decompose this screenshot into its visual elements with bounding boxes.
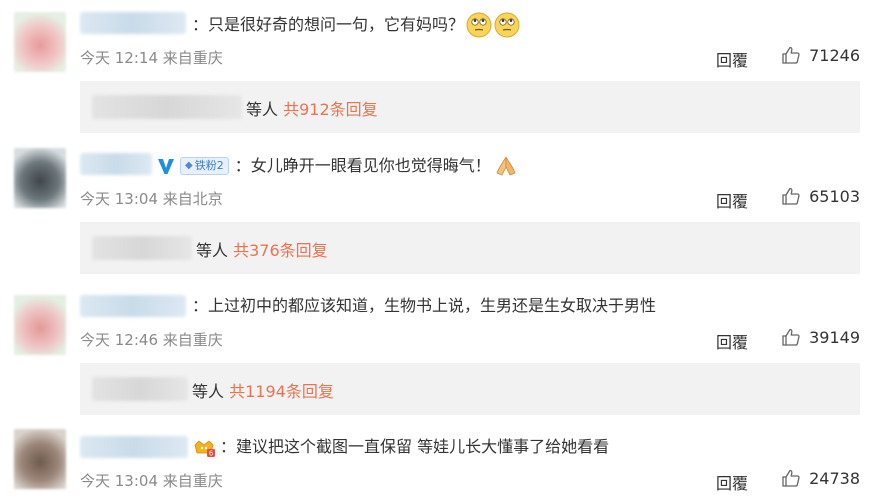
avatar[interactable] [14,295,66,355]
like-button[interactable]: 71246 [781,45,860,65]
reply-button[interactable]: 回覆 [716,47,748,71]
reply-button[interactable]: 回覆 [716,470,748,494]
like-count: 71246 [809,45,860,65]
thumbs-up-icon [782,187,800,205]
comment-location: 来自北京 [162,190,223,208]
fan-level-label: 铁粉2 [194,159,224,172]
comment-location: 来自重庆 [162,49,223,67]
replies-count-link[interactable]: 共376条回复 [233,241,328,260]
avatar[interactable] [14,429,66,489]
replies-count-link[interactable]: 共912条回复 [283,100,378,119]
like-button[interactable]: 39149 [781,327,860,347]
replies-summary-text: 等人 共912条回复 [246,96,378,120]
replies-summary[interactable]: 等人 共1194条回复 [80,363,860,415]
svg-text:6: 6 [209,450,214,458]
reply-users-blurred [92,377,188,401]
username-blurred[interactable] [80,295,186,317]
username-blurred[interactable] [80,153,152,175]
avatar[interactable] [14,148,66,208]
comment-text: ：女儿睁开一眼看见你也觉得晦气！ [234,156,491,175]
like-count: 65103 [809,186,860,206]
comment-location: 来自重庆 [162,331,223,349]
comment-time: 今天 12:46 [80,331,158,349]
praying-hands-icon [496,156,516,176]
comment-time: 今天 13:04 [80,190,158,208]
replies-prefix: 等人 [246,100,284,119]
diamond-icon: ◆ [185,160,193,171]
replies-prefix: 等人 [192,382,230,401]
like-count: 24738 [809,468,860,488]
comment-text-row: ：上过初中的都应该知道，生物书上说，生男还是生女取决于男性 [192,295,656,317]
comment-time: 今天 12:14 [80,49,158,67]
username-blurred[interactable] [80,12,186,34]
comment-text: ：只是很好奇的想问一句，它有妈吗？ [192,15,465,34]
avatar[interactable] [14,12,66,72]
reply-button[interactable]: 回覆 [716,188,748,212]
comment-text-row: 6 ：建议把这个截图一直保留 等娃儿长大懂事了给她看看 [192,436,609,458]
replies-summary-text: 等人 共1194条回复 [192,378,334,402]
comment-text: ：建议把这个截图一直保留 等娃儿长大懂事了给她看看 [220,437,610,456]
reply-users-blurred [92,236,192,260]
replies-summary-text: 等人 共376条回复 [196,237,328,261]
reply-users-blurred [92,95,242,119]
comment-meta: 今天 13:04 来自北京 [80,188,223,209]
like-count: 39149 [809,327,860,347]
comment-location: 来自重庆 [162,472,223,490]
comment-time: 今天 13:04 [80,472,158,490]
comment-text: ：上过初中的都应该知道，生物书上说，生男还是生女取决于男性 [192,296,657,315]
fan-level-badge: ◆ 铁粉2 [180,157,229,175]
comment-meta: 今天 12:14 来自重庆 [80,47,223,68]
face-rolling-eyes-icon [494,12,520,38]
replies-summary[interactable]: 等人 共912条回复 [80,81,860,133]
thumbs-up-icon [782,328,800,346]
reply-button[interactable]: 回覆 [716,329,748,353]
verified-v-icon [158,159,174,174]
comment-meta: 今天 13:04 来自重庆 [80,470,223,491]
thumbs-up-icon [782,469,800,487]
like-button[interactable]: 65103 [781,186,860,206]
replies-count-link[interactable]: 共1194条回复 [229,382,334,401]
replies-summary[interactable]: 等人 共376条回复 [80,222,860,274]
like-button[interactable]: 24738 [781,468,860,488]
member-crown-icon: 6 [194,440,215,458]
comment-text-row: ◆ 铁粉2 ：女儿睁开一眼看见你也觉得晦气！ [156,153,519,179]
comment-meta: 今天 12:46 来自重庆 [80,329,223,350]
comment-text-row: ：只是很好奇的想问一句，它有妈吗？ [192,12,520,38]
comment-list: ：只是很好奇的想问一句，它有妈吗？ 今天 12:14 来自重庆 回覆 71246… [0,0,876,498]
thumbs-up-icon [782,46,800,64]
replies-prefix: 等人 [196,241,234,260]
username-blurred[interactable] [80,436,188,458]
face-rolling-eyes-icon [466,12,492,38]
